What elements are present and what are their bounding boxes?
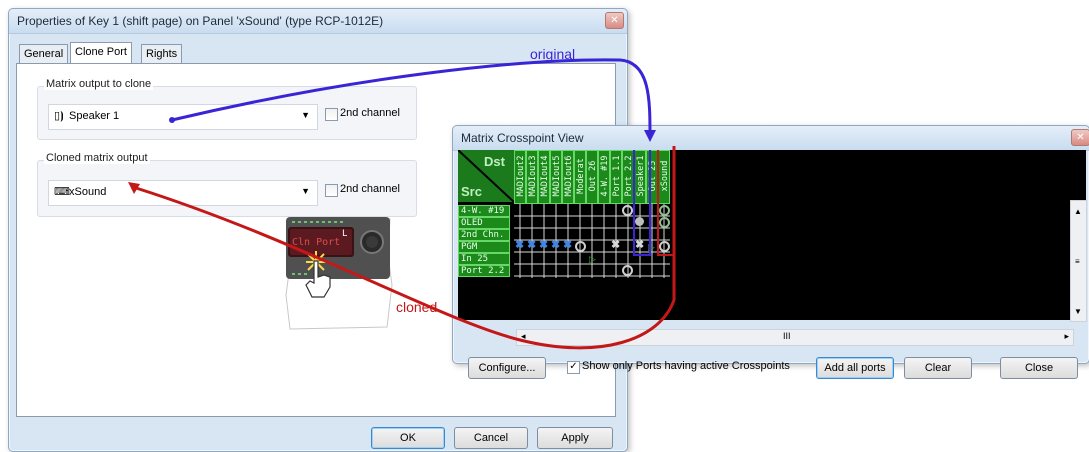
channel2-checkbox-1[interactable] — [325, 108, 338, 121]
configure-button[interactable]: Configure... — [468, 357, 546, 379]
crosspoint-x[interactable]: ✖ — [515, 240, 524, 251]
show-only-checkbox[interactable]: ✓ — [567, 361, 580, 374]
tab-general[interactable]: General — [19, 44, 69, 63]
cloned-output-label: Cloned matrix output — [44, 152, 150, 164]
dst-col-port-1-1[interactable]: Port 1.1 — [610, 150, 622, 204]
matrix-output-select[interactable]: ▯⦘ Speaker 1 ▼ — [48, 104, 318, 130]
dst-col-moderat[interactable]: Moderat — [574, 150, 586, 204]
xsound-highlight-box — [657, 150, 675, 256]
cln-port-key-label: Cln Port — [292, 237, 341, 248]
dst-col-madiout4[interactable]: MADIout4 — [538, 150, 550, 204]
dst-col-madiout5[interactable]: MADIout5 — [550, 150, 562, 204]
close-button[interactable]: Close — [1000, 357, 1078, 379]
crosspoint-x[interactable]: ✖ — [539, 240, 548, 251]
key-corner-label: L — [342, 229, 348, 239]
crosspoint-ring[interactable] — [622, 265, 633, 276]
dst-col-4w-19[interactable]: 4-W. #19 — [598, 150, 610, 204]
vertical-scrollbar[interactable]: ▲ ≡ ▼ — [1070, 200, 1087, 322]
chevron-down-icon[interactable]: ▼ — [301, 110, 310, 120]
crosspoint-x[interactable]: ✖ — [563, 240, 572, 251]
matrix-output-value: Speaker 1 — [69, 110, 120, 122]
crosspoint-ring[interactable] — [622, 205, 633, 216]
channel2-label-2: 2nd channel — [340, 183, 400, 195]
original-annotation: original — [530, 46, 576, 62]
src-row-oled[interactable]: OLED — [458, 217, 510, 229]
dst-col-out-26[interactable]: Out 26 — [586, 150, 598, 204]
crosspoint-matrix[interactable]: Dst Src MADIout2 MADIout3 MADIout4 MADIo… — [458, 150, 1086, 320]
show-only-label: Show only Ports having active Crosspoint… — [582, 360, 790, 372]
channel2-label-1: 2nd channel — [340, 107, 400, 119]
chevron-down-icon[interactable]: ▼ — [301, 186, 310, 196]
scroll-up-icon[interactable]: ▲ — [1074, 207, 1082, 216]
speaker1-highlight-box — [633, 150, 651, 256]
horizontal-scrollbar[interactable]: ◂ III ▸ — [516, 329, 1074, 346]
cloned-annotation: cloned — [396, 299, 438, 315]
crosspoint-x[interactable]: ✖ — [551, 240, 560, 251]
dialog-title: Properties of Key 1 (shift page) on Pane… — [17, 14, 384, 28]
src-row-port-2-2[interactable]: Port 2.2 — [458, 265, 510, 277]
dst-col-madiout3[interactable]: MADIout3 — [526, 150, 538, 204]
matrix-output-label: Matrix output to clone — [44, 78, 154, 90]
ok-button[interactable]: OK — [371, 427, 445, 449]
speaker-icon: ▯⦘ — [54, 110, 64, 122]
scroll-down-icon[interactable]: ▼ — [1074, 307, 1082, 316]
matrix-titlebar[interactable]: Matrix Crosspoint View ✕ — [453, 126, 1089, 151]
crosspoint-x[interactable]: ✖ — [611, 240, 620, 251]
src-row-4w-19[interactable]: 4-W. #19 — [458, 205, 510, 217]
matrix-window-title: Matrix Crosspoint View — [461, 131, 584, 145]
cancel-button[interactable]: Cancel — [454, 427, 528, 449]
crosspoint-arrow[interactable]: ▷ — [589, 254, 596, 265]
apply-button[interactable]: Apply — [537, 427, 613, 449]
key-illustration-graphic — [285, 217, 393, 330]
tab-clone-port[interactable]: Clone Port — [70, 42, 132, 63]
cloned-output-select[interactable]: ⌨ xSound ▼ — [48, 180, 318, 206]
channel2-checkbox-2[interactable] — [325, 184, 338, 197]
src-row-2nd-chn[interactable]: 2nd Chn. — [458, 229, 510, 241]
src-row-in-25[interactable]: In 25 — [458, 253, 510, 265]
dst-label: Dst — [484, 154, 505, 169]
crosspoint-ring[interactable] — [575, 241, 586, 252]
src-label: Src — [461, 184, 482, 199]
dialog-close-icon[interactable]: ✕ — [605, 12, 624, 29]
keyboard-icon: ⌨ — [54, 186, 70, 198]
scroll-right-icon[interactable]: ▸ — [1064, 331, 1069, 342]
add-all-ports-button[interactable]: Add all ports — [816, 357, 894, 379]
tab-rights[interactable]: Rights — [141, 44, 183, 63]
panel-key-illustration: Cln Port L — [284, 215, 394, 335]
dst-col-madiout6[interactable]: MADIout6 — [562, 150, 574, 204]
scroll-grip[interactable]: III — [783, 331, 791, 341]
scroll-grip-icon[interactable]: ≡ — [1075, 257, 1080, 266]
crosspoint-x[interactable]: ✖ — [527, 240, 536, 251]
cloned-output-value: xSound — [69, 186, 107, 198]
scroll-left-icon[interactable]: ◂ — [521, 331, 526, 342]
matrix-close-icon[interactable]: ✕ — [1071, 129, 1089, 146]
dialog-titlebar[interactable]: Properties of Key 1 (shift page) on Pane… — [9, 9, 627, 34]
clear-button[interactable]: Clear — [904, 357, 972, 379]
src-row-pgm[interactable]: PGM — [458, 241, 510, 253]
dst-col-madiout2[interactable]: MADIout2 — [514, 150, 526, 204]
